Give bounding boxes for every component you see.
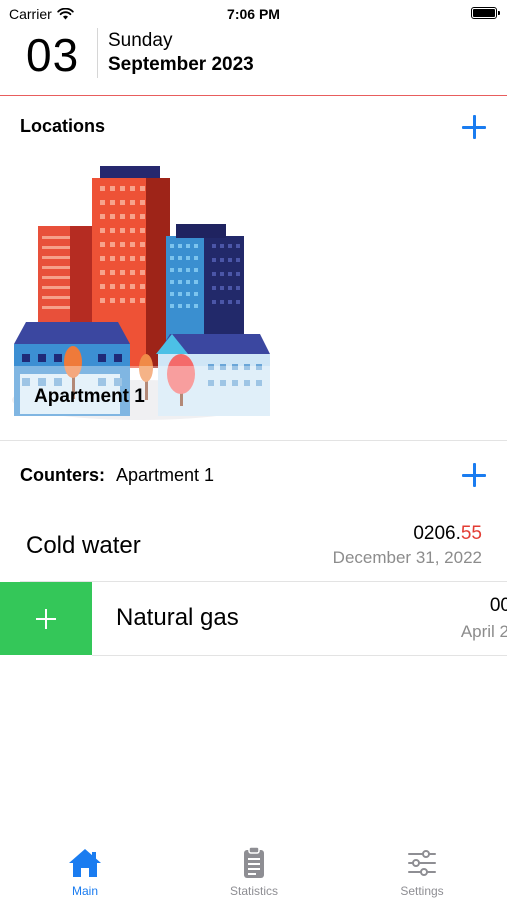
locations-title: Locations	[20, 116, 106, 136]
counter-name: Natural gas	[116, 604, 239, 631]
counter-row-natural-gas[interactable]: Natural gas 00 April 2	[92, 582, 507, 654]
counters-location: Apartment 1	[116, 465, 215, 485]
tab-main[interactable]: Main	[25, 844, 145, 900]
counter-date: December 31, 2022	[332, 548, 482, 567]
counter-name: Cold water	[26, 532, 141, 559]
counter-value: 00	[490, 595, 507, 617]
sliders-icon	[408, 850, 436, 876]
add-location-button[interactable]	[461, 114, 487, 140]
counter-row-cold-water[interactable]: Cold water 0206.55 December 31, 2022	[0, 510, 507, 582]
home-icon	[69, 849, 101, 877]
counter-value-fraction: 55	[460, 523, 482, 544]
day-number: 03	[26, 29, 80, 81]
add-counter-button[interactable]	[461, 462, 487, 488]
counter-date: April 2	[460, 622, 507, 641]
counters-label: Counters:	[20, 465, 105, 485]
tab-settings[interactable]: Settings	[362, 844, 482, 900]
status-bar: Carrier 7:06 PM	[0, 0, 507, 28]
counter-value-integer: 0206.	[413, 523, 461, 544]
tab-bar: Main Statistics Settings	[0, 830, 507, 900]
month-year-label: September 2023	[108, 54, 254, 75]
battery-icon	[471, 7, 500, 19]
status-time: 7:06 PM	[227, 6, 280, 22]
tab-statistics[interactable]: Statistics	[194, 844, 314, 900]
date-header: 03 Sunday September 2023	[0, 26, 507, 96]
tab-label: Statistics	[229, 884, 278, 898]
section-divider	[0, 440, 507, 441]
tab-label: Main	[71, 884, 98, 898]
row-separator	[92, 655, 507, 656]
date-divider	[97, 28, 98, 78]
location-card[interactable]: Apartment 1	[8, 154, 276, 426]
weekday-label: Sunday	[108, 30, 173, 51]
counter-value: 0206.55	[413, 523, 482, 545]
clipboard-icon	[244, 846, 264, 878]
swipe-add-reading-button[interactable]	[0, 582, 92, 655]
tab-label: Settings	[400, 884, 444, 898]
location-name: Apartment 1	[34, 386, 145, 407]
counters-title: Counters: Apartment 1	[20, 465, 214, 486]
counter-value-integer: 00	[489, 595, 507, 616]
